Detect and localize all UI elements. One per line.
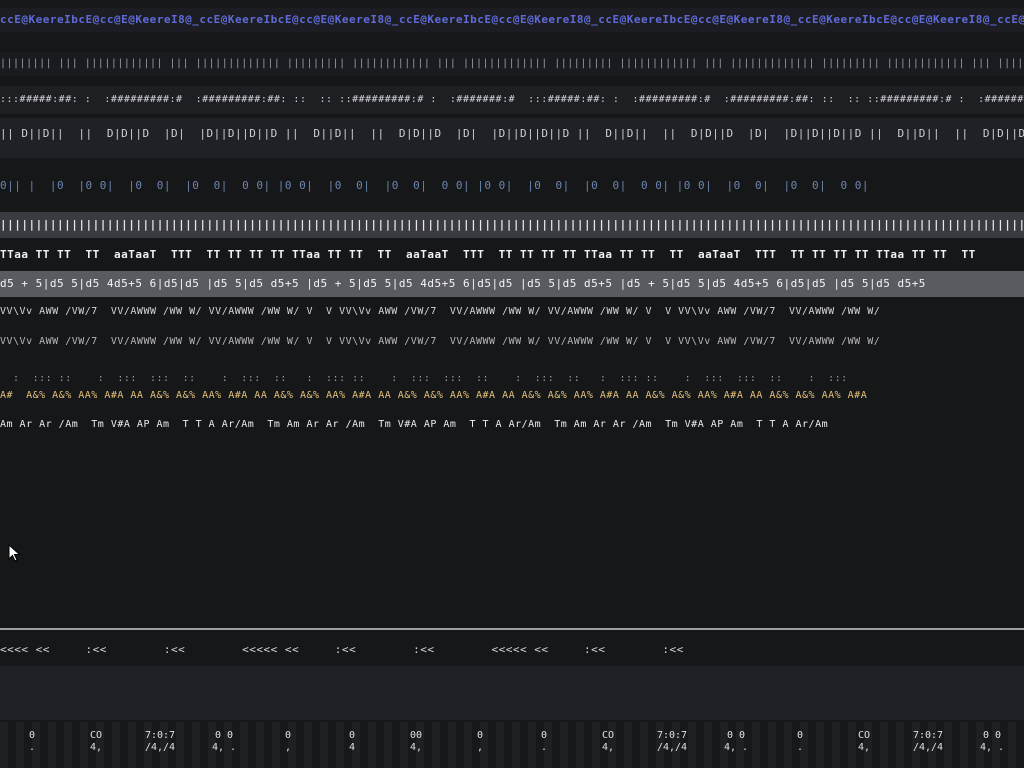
- footer-cell: 0,: [256, 722, 320, 768]
- footer-cell-bottom: .: [540, 742, 548, 753]
- footer-cell-bottom: ,: [476, 742, 484, 753]
- footer-cell-top: CO: [601, 730, 615, 741]
- annotation-row-1: A# A&% A&% AA% A#A AA A&% A&% AA% A#A AA…: [0, 390, 868, 401]
- footer-cell-top: 0: [284, 730, 292, 741]
- footer-panel: [0, 666, 1024, 720]
- footer-cell-bottom: 4, .: [723, 742, 749, 753]
- footer-cell: 04: [320, 722, 384, 768]
- footer-cell-top: 0: [476, 730, 484, 741]
- footer-cell-bottom: 4: [348, 742, 356, 753]
- footer-cell: 0 0 4, .: [960, 722, 1024, 768]
- footer-cell-bottom: .: [796, 742, 804, 753]
- footer-cell-bottom: 4,: [857, 742, 871, 753]
- footer-cell-top: 7:0:7: [144, 730, 176, 741]
- footer-cell: CO 4,: [832, 722, 896, 768]
- menu-bar[interactable]: |||||||| ||| |||||||||||| ||| ||||||||||…: [0, 52, 1024, 76]
- toolbar[interactable]: :::#####:##: : :#########:# :#########:#…: [0, 86, 1024, 114]
- footer-cell-top: CO: [857, 730, 871, 741]
- footer-cell: 0.: [512, 722, 576, 768]
- footer-cell-top: 0: [28, 730, 36, 741]
- tab-strip[interactable]: || D||D|| || D|D||D |D| |D||D||D||D || D…: [0, 118, 1024, 158]
- footer-cell-bottom: /4,/4: [144, 742, 176, 753]
- footer-cell: 7:0:7/4,/4: [640, 722, 704, 768]
- footer-cell: 0,: [448, 722, 512, 768]
- footer-cell-top: 0 0: [726, 730, 746, 741]
- footer-cell: CO 4,: [576, 722, 640, 768]
- footer-cell-top: 0 0: [214, 730, 234, 741]
- footer-cell-top: 7:0:7: [656, 730, 688, 741]
- column-headers: TTaa TT TT TT aaTaaT TTT TT TT TT TT TTa…: [0, 248, 976, 261]
- footer-cell: 0 0 4, .: [192, 722, 256, 768]
- footer-cell-bottom: /4,/4: [656, 742, 688, 753]
- footer-cell: 0 0 4, .: [704, 722, 768, 768]
- footer-cell-bottom: 4, .: [211, 742, 237, 753]
- footer-cell: 00 4,: [384, 722, 448, 768]
- footer-cell-top: 00: [409, 730, 423, 741]
- footer-cell-bottom: 4,: [409, 742, 423, 753]
- footer-cell-top: CO: [89, 730, 103, 741]
- navigation-row[interactable]: <<<< << :<< :<< <<<<< << :<< :<< <<<<< <…: [0, 639, 1024, 661]
- link-bar[interactable]: ccE@KeereIbcE@cc@E@KeereI8@_ccE@KeereIbc…: [0, 8, 1024, 32]
- footer-cell-bottom: .: [28, 742, 36, 753]
- mouse-pointer-icon: [8, 543, 22, 562]
- timeline-ruler[interactable]: ||||||||||||||||||||||||||||||||||||||||…: [0, 212, 1024, 238]
- footer-cell-top: 0 0: [982, 730, 1002, 741]
- waveform-track-1: VV\Vv AWW /VW/7 VV/AWWW /WW W/ VV/AWWW /…: [0, 306, 881, 317]
- footer-columns: 0. CO 4, 7:0:7/4,/4 0 0 4, . 0, 04 00 4, 0,…: [0, 722, 1024, 768]
- waveform-track-2: VV\Vv AWW /VW/7 VV/AWWW /WW W/ VV/AWWW /…: [0, 336, 881, 347]
- footer-cell-bottom: 4, .: [979, 742, 1005, 753]
- footer-cell-top: 0: [540, 730, 548, 741]
- value-row: d5 + 5|d5 5|d5 4d5+5 6|d5|d5 |d5 5|d5 d5…: [0, 271, 1024, 297]
- footer-cell: 7:0:7/4,/4: [896, 722, 960, 768]
- annotation-row-2: Am Ar Ar /Am Tm V#A AP Am T T A Ar/Am Tm…: [0, 419, 829, 430]
- footer-cell-bottom: 4,: [89, 742, 103, 753]
- footer-cell: 0.: [768, 722, 832, 768]
- footer-cell-bottom: 4,: [601, 742, 615, 753]
- footer-cell: CO 4,: [64, 722, 128, 768]
- footer-cell-top: 0: [348, 730, 356, 741]
- footer-cell-top: 7:0:7: [912, 730, 944, 741]
- footer-cell-bottom: /4,/4: [912, 742, 944, 753]
- status-row: 0|| | |0 |0 0| |0 0| |0 0| 0 0| |0 0| |0…: [0, 179, 869, 192]
- panel-divider[interactable]: [0, 628, 1024, 630]
- footer-cell: 7:0:7/4,/4: [128, 722, 192, 768]
- footer-cell: 0.: [0, 722, 64, 768]
- footer-cell-bottom: ,: [284, 742, 292, 753]
- footer-cell-top: 0: [796, 730, 804, 741]
